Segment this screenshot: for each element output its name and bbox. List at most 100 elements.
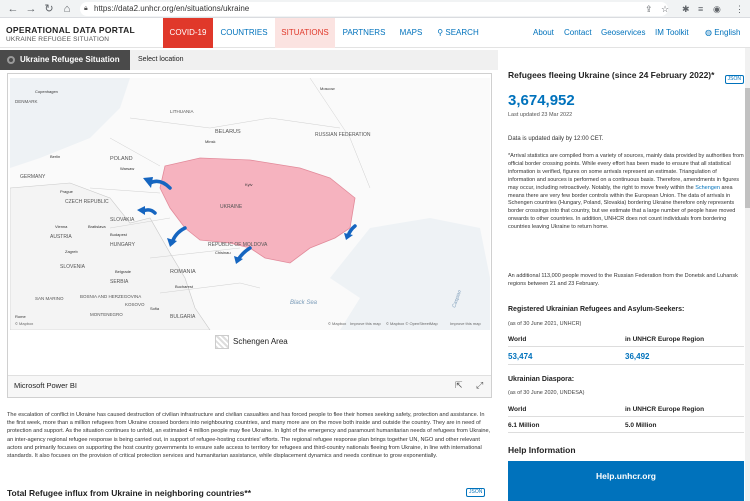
- registered-values-row: 53,474 36,492: [508, 349, 744, 365]
- nav-search[interactable]: ⚲ SEARCH: [432, 18, 484, 48]
- col-world: World: [508, 336, 527, 343]
- map-label-lithuania: LITHUANIA: [170, 109, 194, 114]
- map-label-san-marino: SAN MARINO: [35, 296, 64, 301]
- map-label-austria: AUSTRIA: [50, 234, 72, 240]
- expand-icon[interactable]: ⤢: [476, 380, 483, 391]
- schengen-link[interactable]: Schengen: [695, 185, 720, 191]
- map-label-slovakia: SLOVAKIA: [110, 217, 135, 223]
- lock-icon: 🔒︎: [84, 5, 88, 12]
- last-updated: Last updated 23 Mar 2022: [508, 112, 573, 118]
- statistics-note: *Arrival statistics are compiled from a …: [508, 153, 744, 232]
- nav-countries[interactable]: COUNTRIES: [216, 18, 272, 48]
- map-city-bratislava: Bratislava: [88, 224, 106, 229]
- map-city-zagreb: Zagreb: [65, 249, 78, 254]
- map-city-belgrade: Belgrade: [115, 269, 132, 274]
- help-link-button[interactable]: Help.unhcr.org: [508, 461, 744, 501]
- nav-geoservices[interactable]: Geoservices: [601, 18, 645, 48]
- nav-maps[interactable]: MAPS: [393, 18, 429, 48]
- select-location[interactable]: Select location: [130, 50, 498, 70]
- nav-contact[interactable]: Contact: [564, 18, 592, 48]
- url-text: https://data2.unhcr.org/en/situations/uk…: [94, 4, 250, 13]
- map-label-slovenia: SLOVENIA: [60, 264, 86, 270]
- browser-toolbar: ← → ↻ ⌂ 🔒︎ https://data2.unhcr.org/en/si…: [0, 0, 750, 18]
- map-label-denmark: DENMARK: [15, 99, 38, 104]
- dias-col-region: in UNHCR Europe Region: [625, 406, 705, 413]
- menu-icon[interactable]: ⋮: [735, 2, 744, 16]
- powerbi-embed: BELARUS RUSSIAN FEDERATION POLAND UKRAIN…: [7, 73, 492, 398]
- nav-about[interactable]: About: [533, 18, 554, 48]
- nav-im-toolkit[interactable]: IM Toolkit: [655, 18, 689, 48]
- refugee-map[interactable]: BELARUS RUSSIAN FEDERATION POLAND UKRAIN…: [10, 78, 490, 330]
- registered-header-row: World in UNHCR Europe Region: [508, 333, 744, 347]
- nav-search-label: SEARCH: [445, 28, 479, 37]
- nav-covid[interactable]: COVID-19: [163, 18, 213, 48]
- situation-title[interactable]: Ukraine Refugee Situation: [0, 50, 130, 70]
- section-json-button[interactable]: JSON: [466, 488, 486, 497]
- map-city-copenhagen: Copenhagen: [35, 89, 58, 94]
- map-sea-black-label: Black Sea: [290, 300, 318, 306]
- map-label-moldova: REPUBLIC OF MOLDOVA: [208, 242, 268, 248]
- right-panel: Refugees fleeing Ukraine (since 24 Febru…: [508, 70, 744, 501]
- additional-note: An additional 113,000 people moved to th…: [508, 273, 738, 287]
- map-label-russia: RUSSIAN FEDERATION: [315, 132, 371, 138]
- address-bar[interactable]: 🔒︎ https://data2.unhcr.org/en/situations…: [80, 2, 668, 16]
- map-city-budapest: Budapest: [110, 232, 128, 237]
- reload-icon[interactable]: ↻: [42, 2, 56, 16]
- map-credit-improve-2: Improve this map: [450, 321, 481, 326]
- map-label-serbia: SERBIA: [110, 279, 129, 285]
- dias-col-world: World: [508, 406, 527, 413]
- diaspora-asof: (as of 30 June 2020, UNDESA): [508, 390, 585, 396]
- nav-language[interactable]: ◍ English: [705, 18, 740, 48]
- registered-world-value: 53,474: [508, 352, 533, 361]
- share-page-icon[interactable]: ⇪: [645, 2, 653, 16]
- map-credit-mapbox: © Mapbox: [328, 321, 346, 326]
- registered-region-value: 36,492: [625, 352, 650, 361]
- profile-icon[interactable]: ◉: [713, 2, 721, 16]
- map-city-vienna: Vienna: [55, 224, 68, 229]
- back-icon[interactable]: ←: [6, 2, 20, 16]
- nav-language-label: English: [714, 28, 741, 37]
- diaspora-values-row: 6.1 Million 5.0 Million: [508, 419, 744, 433]
- nav-situations[interactable]: SITUATIONS: [275, 18, 335, 48]
- reading-list-icon[interactable]: ≡: [698, 2, 703, 16]
- map-city-kyiv: Kyiv: [245, 182, 253, 187]
- section-title: Total Refugee influx from Ukraine in nei…: [7, 488, 252, 498]
- target-icon: [7, 56, 15, 64]
- map-city-minsk: Minsk: [205, 139, 215, 144]
- map-label-czech: CZECH REPUBLIC: [65, 199, 109, 205]
- refugees-json-button[interactable]: JSON: [724, 75, 744, 84]
- help-title: Help Information: [508, 445, 576, 455]
- schengen-swatch: [215, 335, 229, 349]
- diaspora-header-row: World in UNHCR Europe Region: [508, 403, 744, 417]
- map-label-ukraine: UKRAINE: [220, 204, 243, 210]
- forward-icon[interactable]: →: [24, 2, 38, 16]
- map-city-moscow: Moscow: [320, 86, 335, 91]
- situation-title-label: Ukraine Refugee Situation: [20, 55, 120, 64]
- scrollbar-thumb[interactable]: [745, 88, 750, 208]
- map-label-germany: GERMANY: [20, 174, 46, 180]
- map-label-poland: POLAND: [110, 156, 133, 162]
- home-icon[interactable]: ⌂: [60, 2, 74, 16]
- registered-asof: (as of 30 June 2021, UNHCR): [508, 321, 582, 327]
- map-legend: Schengen Area: [215, 335, 290, 349]
- refugee-count: 3,674,952: [508, 92, 575, 109]
- share-icon[interactable]: ⇱: [455, 380, 463, 391]
- powerbi-label[interactable]: Microsoft Power BI: [14, 381, 77, 390]
- map-label-belarus: BELARUS: [215, 129, 241, 135]
- map-city-chisinau: Chisinau: [215, 250, 231, 255]
- map-city-berlin: Berlin: [50, 154, 60, 159]
- page-scrollbar[interactable]: [745, 48, 750, 501]
- site-header: OPERATIONAL DATA PORTAL UKRAINE REFUGEE …: [0, 18, 750, 48]
- map-city-prague: Prague: [60, 189, 74, 194]
- map-label-hungary: HUNGARY: [110, 242, 136, 248]
- map-label-bulgaria: BULGARIA: [170, 314, 196, 320]
- bookmark-star-icon[interactable]: ☆: [661, 2, 669, 16]
- nav-partners[interactable]: PARTNERS: [338, 18, 390, 48]
- extensions-icon[interactable]: ✱: [682, 2, 690, 16]
- refugees-title: Refugees fleeing Ukraine (since 24 Febru…: [508, 70, 715, 80]
- map-city-warsaw: Warsaw: [120, 166, 134, 171]
- map-city-sofia: Sofia: [150, 306, 160, 311]
- daily-update-note: Data is updated daily by 12:00 CET.: [508, 136, 604, 142]
- powerbi-footer: Microsoft Power BI ⇱ ⤢: [8, 375, 491, 397]
- site-brand[interactable]: OPERATIONAL DATA PORTAL UKRAINE REFUGEE …: [6, 25, 156, 43]
